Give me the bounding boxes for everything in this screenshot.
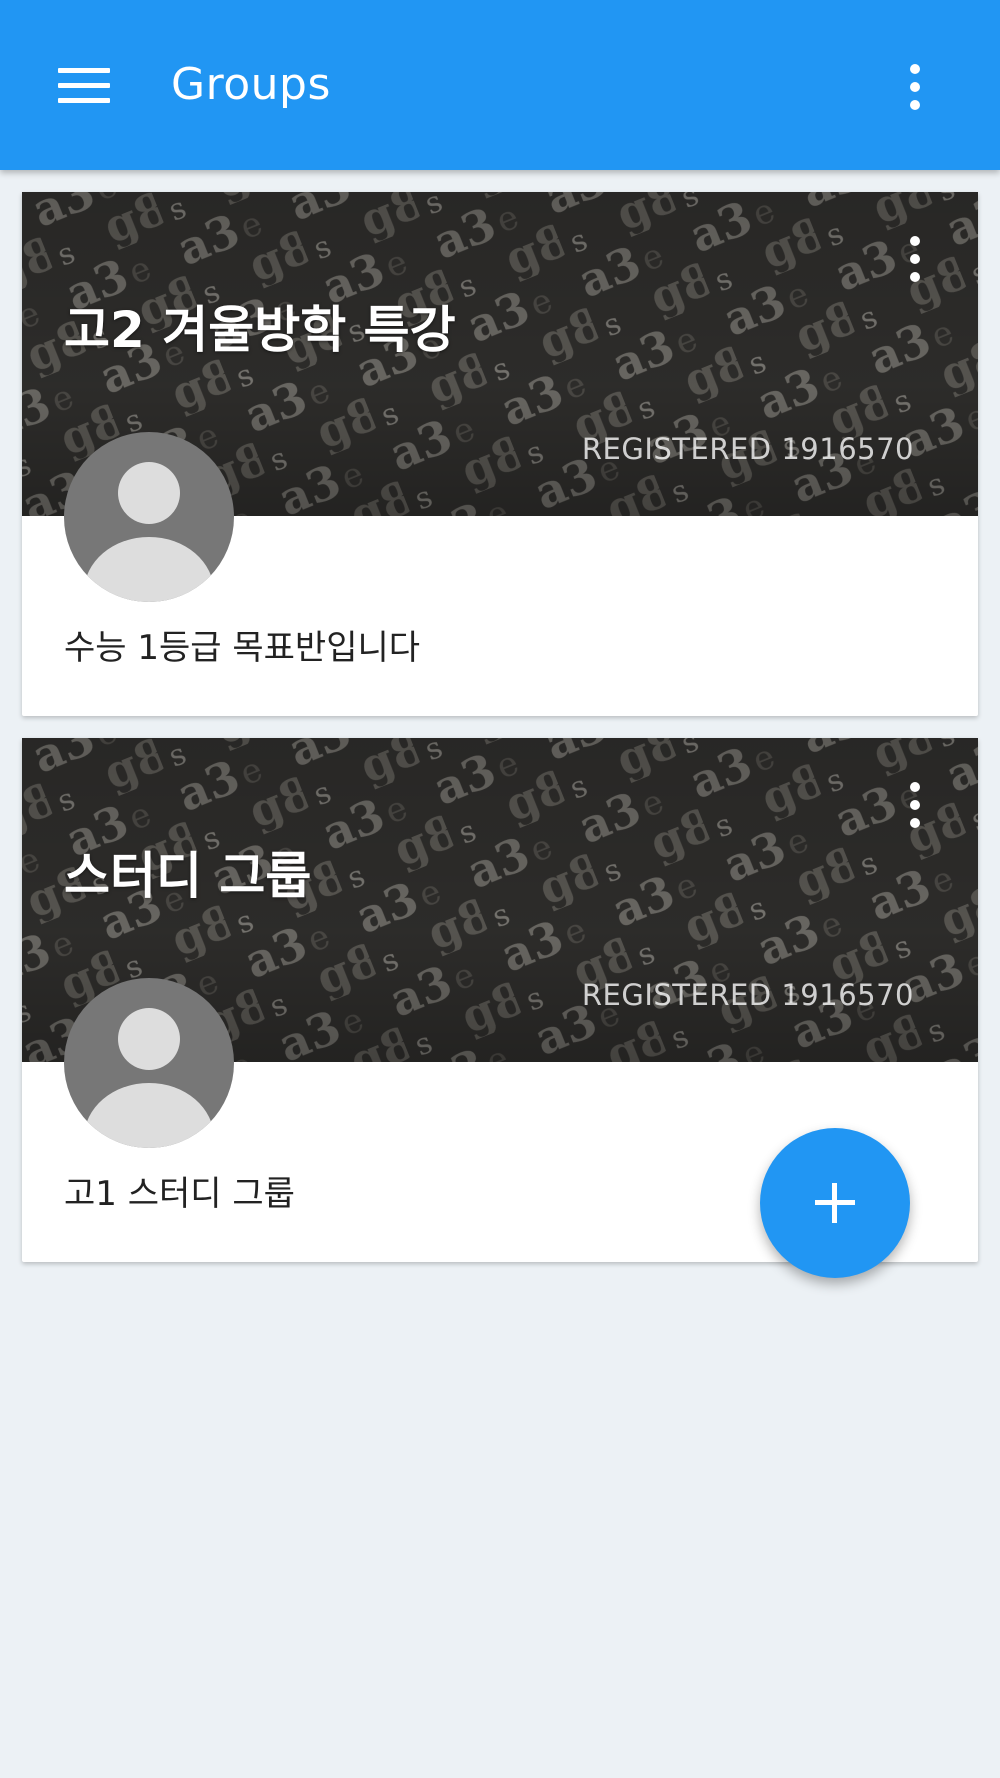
more-vert-icon[interactable]	[908, 782, 922, 828]
page-title: Groups	[171, 59, 331, 110]
watermark-text: REGISTERED 1916570	[581, 432, 914, 466]
group-card[interactable]: a3 g8 e s 고2 겨울방학 특강 REGISTERED 1916570 …	[22, 192, 978, 716]
app-bar: Groups	[0, 0, 1000, 170]
hamburger-menu-icon[interactable]	[58, 68, 110, 104]
default-avatar-icon	[64, 978, 234, 1148]
more-vert-icon[interactable]	[908, 236, 922, 282]
group-description: 고1 스터디 그룹	[64, 1174, 295, 1214]
group-description: 수능 1등급 목표반입니다	[64, 628, 421, 668]
default-avatar-icon	[64, 432, 234, 602]
group-title: 고2 겨울방학 특강	[64, 301, 456, 359]
watermark-text: REGISTERED 1916570	[581, 978, 914, 1012]
more-vert-icon[interactable]	[908, 64, 922, 110]
add-group-button[interactable]	[760, 1128, 910, 1278]
group-title: 스터디 그룹	[64, 847, 312, 905]
